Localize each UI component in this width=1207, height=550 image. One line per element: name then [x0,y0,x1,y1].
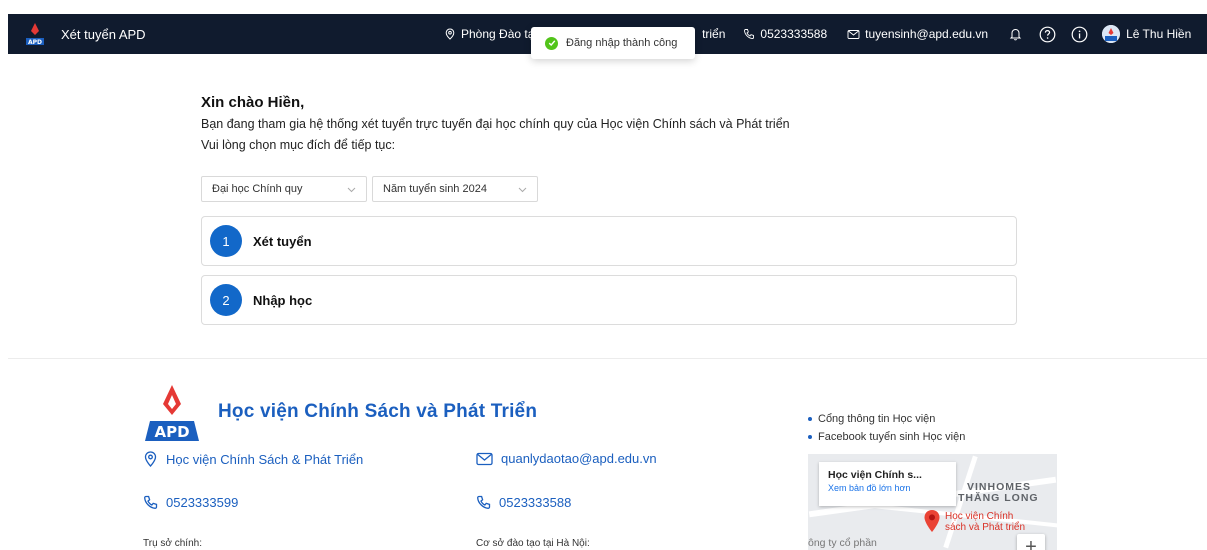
branch-office-label: Cơ sở đào tạo tại Hà Nội: [476,538,590,549]
footer-phone-main-text: 0523333599 [166,495,239,510]
footer-phone-branch[interactable]: 0523333588 [476,495,571,510]
step-number-badge: 1 [210,225,242,257]
phone-icon [144,495,158,509]
user-name: Lê Thu Hiền [1126,27,1192,41]
footer-link-facebook[interactable]: Facebook tuyển sinh Học viện [808,428,965,446]
footer-link-portal[interactable]: Cổng thông tin Học viện [808,410,965,428]
step-card-admission[interactable]: 1 Xét tuyển [201,216,1017,266]
bullet-icon [808,435,812,439]
footer-links: Cổng thông tin Học viện Facebook tuyển s… [808,410,965,446]
apd-logo-icon: APD [24,22,46,46]
map-place-title: Học viện Chính s... [828,469,922,481]
check-circle-icon [545,36,558,50]
info-icon[interactable] [1070,25,1088,43]
google-map-embed[interactable]: Học viện Chính s... Xem bản đồ lớn hơn V… [808,454,1057,550]
header-location-text: Phòng Đào tạo [461,27,542,41]
program-select-value: Đại học Chính quy [212,183,303,195]
map-area-label: THĂNG LONG [958,492,1039,504]
footer-link-text: Cổng thông tin Học viện [818,413,936,425]
location-pin-icon [144,451,157,467]
login-success-toast: Đăng nhập thành công [531,27,695,59]
footer-divider [8,358,1207,359]
header-email[interactable]: tuyensinh@apd.edu.vn [847,27,988,41]
step-label: Xét tuyển [253,233,312,249]
user-menu[interactable]: Lê Thu Hiền [1102,25,1191,43]
map-poi-label: sách và Phát triển [945,522,1026,533]
toast-message: Đăng nhập thành công [566,37,678,49]
mail-icon [476,452,493,465]
map-view-larger-link[interactable]: Xem bản đồ lớn hơn [828,483,947,493]
apd-footer-logo-icon: APD [142,383,202,443]
map-poi-label: Học viện Chính [945,511,1014,522]
year-select[interactable]: Năm tuyển sinh 2024 [372,176,538,202]
chevron-down-icon [347,187,356,193]
header-location-text-tail: triển [702,27,726,41]
notification-bell-icon[interactable] [1006,25,1024,43]
footer-email[interactable]: quanlydaotao@apd.edu.vn [476,451,657,466]
header-phone[interactable]: 0523333588 [743,27,827,41]
footer-institution-name: Học viện Chính Sách và Phát Triển [218,401,538,422]
phone-icon [744,29,755,39]
help-question-icon[interactable] [1038,25,1056,43]
footer-phone-branch-text: 0523333588 [499,495,572,510]
header-phone-text: 0523333588 [760,27,828,41]
mail-icon [847,29,860,39]
main-office-label: Trụ sở chính: [143,538,202,549]
avatar [1102,25,1121,43]
step-label: Nhập học [253,292,313,308]
greeting-heading: Xin chào Hiền, [201,94,305,111]
app-title: Xét tuyển APD [61,26,146,42]
header-email-text: tuyensinh@apd.edu.vn [865,27,989,41]
chevron-down-icon [518,187,527,193]
footer-address[interactable]: Học viện Chính Sách & Phát Triển [143,451,363,467]
bullet-icon [808,417,812,421]
step-number-badge: 2 [210,284,242,316]
year-select-value: Năm tuyển sinh 2024 [383,183,487,195]
map-company-label: ông ty cổ phần [808,537,877,549]
step-card-enrollment[interactable]: 2 Nhập học [201,275,1017,325]
purpose-prompt: Vui lòng chọn mục đích để tiếp tục: [201,138,396,152]
window-top-edge [0,0,1207,14]
footer-address-text: Học viện Chính Sách & Phát Triển [166,451,364,467]
footer-email-text: quanlydaotao@apd.edu.vn [501,451,657,466]
phone-icon [477,495,491,509]
intro-text: Bạn đang tham gia hệ thống xét tuyển trự… [201,117,790,131]
program-select[interactable]: Đại học Chính quy [201,176,367,202]
map-pin-icon [923,509,941,538]
map-place-card: Học viện Chính s... Xem bản đồ lớn hơn [819,462,956,506]
svg-text:APD: APD [154,423,189,441]
svg-text:APD: APD [28,39,42,46]
footer-link-text: Facebook tuyển sinh Học viện [818,431,966,443]
location-pin-icon [445,28,455,40]
brand[interactable]: APD Xét tuyển APD [24,22,146,46]
footer-phone-main[interactable]: 0523333599 [143,495,238,510]
map-zoom-in-button[interactable]: + [1017,534,1045,550]
